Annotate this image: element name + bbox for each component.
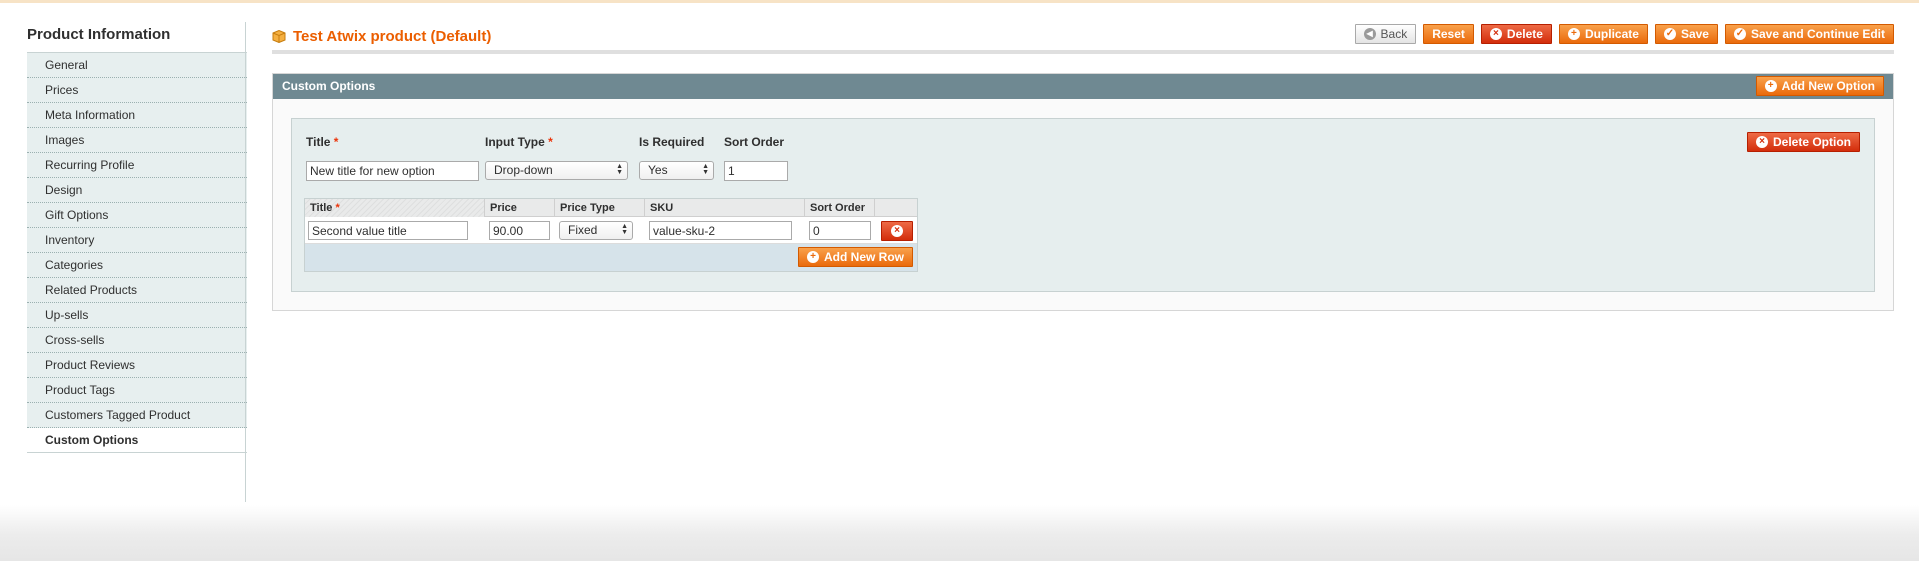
add-new-row-button[interactable]: + Add New Row: [798, 247, 913, 267]
select-arrows-icon: ▲ ▼: [621, 223, 628, 236]
sidebar-item-design[interactable]: Design: [27, 178, 247, 203]
required-mark: *: [548, 135, 553, 149]
grid-header-title-text: Title: [310, 202, 333, 214]
grid-header-sort-order: Sort Order: [805, 199, 875, 217]
delete-row-button[interactable]: ×: [881, 221, 913, 241]
product-title: Test Atwix product (Default): [293, 28, 492, 45]
sidebar-item-customers-tagged-product[interactable]: Customers Tagged Product: [27, 403, 247, 428]
option-sort-order-input[interactable]: 1: [724, 161, 788, 181]
price-type-value: Fixed: [568, 223, 598, 237]
custom-options-panel: Custom Options + Add New Option Title * …: [272, 73, 1894, 311]
option-title-label-text: Title: [306, 135, 331, 149]
sidebar-item-up-sells[interactable]: Up-sells: [27, 303, 247, 328]
is-required-value: Yes: [648, 163, 668, 177]
table-row: Second value title 90.00 Fixed ▲ ▼ value-…: [305, 218, 917, 244]
sidebar-item-general[interactable]: General: [27, 53, 247, 78]
add-new-row-label: Add New Row: [824, 250, 904, 264]
required-mark: *: [333, 135, 339, 149]
product-info-sidebar: Product Information General Prices Meta …: [27, 24, 247, 453]
save-and-continue-label: Save and Continue Edit: [1750, 27, 1885, 41]
delete-icon: ×: [1489, 28, 1502, 40]
sidebar-item-product-tags[interactable]: Product Tags: [27, 378, 247, 403]
delete-icon: ×: [1755, 136, 1768, 148]
add-icon: +: [1567, 28, 1580, 40]
value-sku-input[interactable]: value-sku-2: [649, 221, 792, 240]
input-type-value: Drop-down: [494, 163, 553, 177]
page-title: Test Atwix product (Default): [272, 28, 491, 45]
input-type-label-text: Input Type: [485, 135, 545, 149]
reset-button-label: Reset: [1432, 27, 1465, 41]
add-new-option-button[interactable]: + Add New Option: [1755, 76, 1884, 96]
duplicate-button-label: Duplicate: [1584, 27, 1639, 41]
select-arrows-icon: ▲ ▼: [616, 163, 623, 176]
add-icon: +: [1764, 80, 1777, 92]
grid-header-sku: SKU: [645, 199, 805, 217]
box-icon: [272, 29, 286, 44]
checkmark-icon: ✓: [1733, 28, 1746, 40]
sidebar-item-inventory[interactable]: Inventory: [27, 228, 247, 253]
grid-header-actions: [875, 199, 917, 217]
sidebar-item-images[interactable]: Images: [27, 128, 247, 153]
add-new-option-label: Add New Option: [1781, 79, 1875, 93]
grid-header-title: Title *: [305, 199, 485, 217]
top-border: [0, 0, 1919, 3]
sidebar-item-cross-sells[interactable]: Cross-sells: [27, 328, 247, 353]
delete-button-label: Delete: [1506, 27, 1543, 41]
sidebar-item-gift-options[interactable]: Gift Options: [27, 203, 247, 228]
reset-button[interactable]: Reset: [1423, 24, 1474, 44]
grid-footer: + Add New Row: [305, 244, 917, 271]
option-values-grid: Title * Price Price Type SKU Sort Order …: [304, 198, 918, 272]
option-title-label: Title *: [306, 135, 338, 149]
value-title-input[interactable]: Second value title: [308, 221, 468, 240]
select-arrows-icon: ▲ ▼: [702, 163, 709, 176]
value-price-input[interactable]: 90.00: [489, 221, 550, 240]
delete-button[interactable]: × Delete: [1480, 24, 1552, 44]
sidebar-item-related-products[interactable]: Related Products: [27, 278, 247, 303]
header-actions: ◀ Back Reset × Delete + Duplicate ✓ Save…: [1354, 24, 1894, 44]
grid-header-price-type: Price Type: [555, 199, 645, 217]
sidebar-item-categories[interactable]: Categories: [27, 253, 247, 278]
is-required-label: Is Required: [639, 135, 705, 149]
sidebar-item-product-reviews[interactable]: Product Reviews: [27, 353, 247, 378]
save-button[interactable]: ✓ Save: [1654, 24, 1718, 44]
custom-options-title: Custom Options: [282, 79, 376, 93]
required-mark: *: [335, 202, 340, 214]
price-type-select[interactable]: Fixed ▲ ▼: [559, 221, 633, 240]
add-icon: +: [807, 251, 819, 263]
back-button[interactable]: ◀ Back: [1354, 24, 1417, 44]
sidebar-item-prices[interactable]: Prices: [27, 78, 247, 103]
option-title-input[interactable]: New title for new option: [306, 161, 479, 181]
duplicate-button[interactable]: + Duplicate: [1558, 24, 1648, 44]
is-required-select[interactable]: Yes ▲ ▼: [639, 161, 714, 180]
delete-option-button[interactable]: × Delete Option: [1746, 132, 1860, 152]
value-sort-order-input[interactable]: 0: [809, 221, 871, 240]
back-button-label: Back: [1380, 27, 1408, 41]
sidebar-divider: [245, 22, 246, 502]
page-header: Test Atwix product (Default) ◀ Back Rese…: [272, 24, 1894, 54]
delete-icon: ×: [891, 225, 903, 237]
sidebar-item-custom-options[interactable]: Custom Options: [27, 428, 247, 453]
save-and-continue-button[interactable]: ✓ Save and Continue Edit: [1724, 24, 1894, 44]
sidebar-title: Product Information: [27, 26, 171, 43]
sidebar-item-meta-information[interactable]: Meta Information: [27, 103, 247, 128]
grid-header: Title * Price Price Type SKU Sort Order: [305, 199, 917, 217]
custom-options-header: Custom Options + Add New Option: [273, 74, 1893, 99]
back-arrow-icon: ◀: [1363, 28, 1376, 40]
delete-option-label: Delete Option: [1772, 135, 1851, 149]
input-type-label: Input Type *: [485, 135, 553, 149]
grid-header-price: Price: [485, 199, 555, 217]
sidebar-tabs: General Prices Meta Information Images R…: [27, 52, 247, 453]
option-box: Title * Input Type * Is Required Sort Or…: [291, 118, 1875, 292]
checkmark-icon: ✓: [1663, 28, 1676, 40]
save-button-label: Save: [1680, 27, 1709, 41]
sort-order-label: Sort Order: [724, 135, 785, 149]
input-type-select[interactable]: Drop-down ▲ ▼: [485, 161, 628, 180]
sidebar-item-recurring-profile[interactable]: Recurring Profile: [27, 153, 247, 178]
